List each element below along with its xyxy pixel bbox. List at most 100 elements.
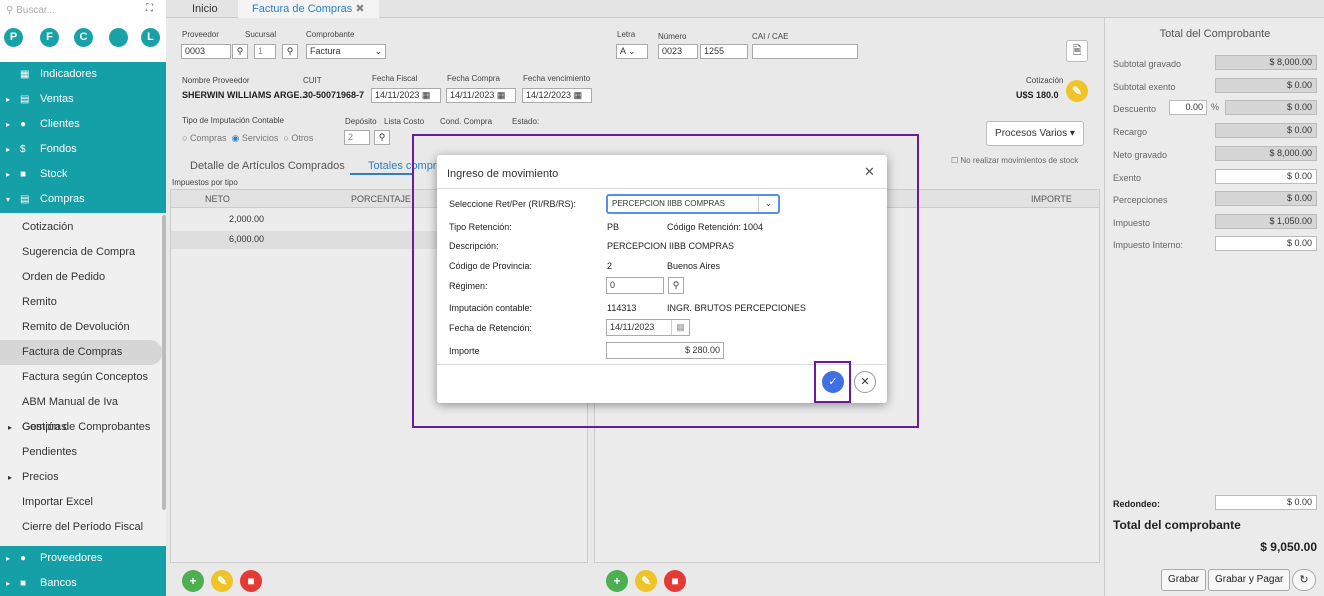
search-icon[interactable]: ⚲ — [668, 277, 684, 294]
submenu-pendientes[interactable]: Pendientes — [0, 440, 162, 465]
imputacion-code: 114313 — [607, 303, 637, 313]
edit-percepcion-button[interactable]: ✎ — [635, 570, 657, 592]
letra-label: Letra — [617, 30, 636, 39]
sidebar-item-stock[interactable]: ▸ ■ Stock — [0, 162, 166, 187]
submenu-importar-excel[interactable]: Importar Excel — [0, 490, 162, 515]
refresh-icon[interactable]: ↻ — [1292, 569, 1316, 591]
fecha-fiscal-input[interactable]: 14/11/2023 ▦ — [371, 88, 441, 103]
cae-input[interactable] — [752, 44, 858, 59]
submenu-abm-iva[interactable]: ABM Manual de Iva Compras — [0, 390, 162, 433]
descuento-pct-input[interactable]: 0.00 — [1169, 100, 1207, 115]
importe-input[interactable]: $ 280.00 — [606, 342, 724, 359]
add-percepcion-button[interactable]: + — [606, 570, 628, 592]
avatar-f[interactable]: F — [40, 28, 59, 47]
edit-cotizacion-button[interactable]: ✎ — [1066, 80, 1088, 102]
grabar-button[interactable]: Grabar — [1161, 569, 1207, 591]
submenu-cierre-periodo[interactable]: Cierre del Período Fiscal — [0, 515, 162, 540]
fecha-compra-input[interactable]: 14/11/2023 ▦ — [446, 88, 516, 103]
proveedor-label: Proveedor — [182, 30, 219, 39]
submenu-gestion-comprobantes[interactable]: ▸ Gestión de Comprobantes — [0, 415, 162, 440]
tab-inicio[interactable]: Inicio — [178, 0, 232, 18]
submenu-factura-compras[interactable]: Factura de Compras — [0, 340, 162, 365]
chevron-down-icon: ▾ — [6, 195, 11, 204]
avatar-l[interactable]: L — [141, 28, 160, 47]
delete-button[interactable]: ■ — [240, 570, 262, 592]
close-icon[interactable]: ✕ — [864, 164, 875, 180]
calendar-icon[interactable]: ▦ — [422, 90, 431, 100]
numero-punto-venta[interactable]: 0023 — [658, 44, 698, 59]
delete-percepcion-button[interactable]: ■ — [664, 570, 686, 592]
redondeo-value[interactable]: $ 0.00 — [1215, 495, 1317, 510]
radio-otros[interactable]: ○ Otros — [283, 133, 313, 143]
sidebar-item-fondos[interactable]: ▸ $ Fondos — [0, 137, 166, 162]
add-button[interactable]: + — [182, 570, 204, 592]
cart-icon: ▤ — [20, 94, 30, 105]
submenu-orden-pedido[interactable]: Orden de Pedido — [0, 265, 162, 290]
submenu-precios[interactable]: ▸ Precios — [0, 465, 162, 490]
descripcion-value: PERCEPCION IIBB COMPRAS — [607, 241, 735, 251]
calendar-icon[interactable]: ▦ — [497, 90, 506, 100]
exento-value[interactable]: $ 0.00 — [1215, 169, 1317, 184]
submenu-factura-conceptos[interactable]: Factura según Conceptos — [0, 365, 162, 390]
avatar-p[interactable]: P — [4, 28, 23, 47]
expand-icon[interactable]: ⛶ — [146, 3, 153, 14]
sidebar-scrollbar[interactable] — [162, 215, 166, 510]
fecha-retencion-input[interactable]: 14/11/2023 ▦ — [606, 319, 690, 336]
sucursal-input[interactable]: 1 — [254, 44, 276, 59]
provincia-label: Código de Provincia: — [449, 261, 533, 271]
calendar-icon[interactable]: ▦ — [574, 90, 583, 100]
submenu-sugerencia[interactable]: Sugerencia de Compra — [0, 240, 162, 265]
modal-title: Ingreso de movimiento — [447, 168, 559, 180]
confirm-button[interactable]: ✓ — [822, 371, 844, 393]
avatar-blank[interactable] — [109, 28, 128, 47]
sidebar-item-ventas[interactable]: ▸ ▤ Ventas — [0, 87, 166, 112]
document-icon[interactable]: 🗎 — [1066, 40, 1088, 62]
trash-icon: ■ — [671, 574, 679, 588]
grabar-pagar-button[interactable]: Grabar y Pagar — [1208, 569, 1291, 591]
submenu-remito[interactable]: Remito — [0, 290, 162, 315]
impuesto-interno-value[interactable]: $ 0.00 — [1215, 236, 1317, 251]
col-importe: IMPORTE — [1031, 194, 1072, 204]
subtotal-gravado-label: Subtotal gravado — [1113, 59, 1182, 69]
tipo-retencion-label: Tipo Retención: — [449, 222, 512, 232]
letra-select[interactable]: A ⌄ — [616, 44, 648, 59]
sidebar-item-indicadores[interactable]: ▦ Indicadores — [0, 62, 166, 87]
compras-submenu: Cotización Sugerencia de Compra Orden de… — [0, 213, 166, 545]
tab-detalle-articulos[interactable]: Detalle de Artículos Comprados — [190, 160, 345, 172]
submenu-cotizacion[interactable]: Cotización — [0, 215, 162, 240]
fecha-vencimiento-input[interactable]: 14/12/2023 ▦ — [522, 88, 592, 103]
sidebar-item-compras[interactable]: ▾ ▤ Compras — [0, 187, 166, 212]
ret-per-select[interactable]: PERCEPCION IIBB COMPRAS ⌄ — [606, 194, 780, 214]
no-stock-checkbox[interactable]: ☐ No realizar movimientos de stock — [951, 156, 1078, 165]
procesos-varios-button[interactable]: Procesos Varios ▾ — [986, 121, 1084, 146]
subtotal-gravado-value: $ 8,000.00 — [1215, 55, 1317, 70]
edit-button[interactable]: ✎ — [211, 570, 233, 592]
importe-label: Importe — [449, 346, 480, 356]
search-icon[interactable]: ⚲ — [374, 130, 390, 145]
avatar-c[interactable]: C — [74, 28, 93, 47]
sidebar-item-bancos[interactable]: ▸ ■ Bancos — [0, 571, 166, 596]
calendar-icon[interactable]: ▦ — [671, 320, 689, 335]
search-icon[interactable]: ⚲ — [232, 44, 248, 59]
pct-sign: % — [1211, 102, 1220, 112]
comprobante-select[interactable]: Factura ⌄ — [306, 44, 386, 59]
pencil-icon: ✎ — [216, 574, 228, 588]
proveedor-input[interactable]: 0003 — [181, 44, 231, 59]
total-value: $ 9,050.00 — [1260, 540, 1317, 554]
imputacion-label: Tipo de Imputación Contable — [182, 116, 284, 125]
search-icon[interactable]: ⚲ — [282, 44, 298, 59]
radio-compras[interactable]: ○ Compras — [182, 133, 226, 143]
radio-servicios[interactable]: ◉ Servicios — [231, 133, 278, 143]
regimen-input[interactable]: 0 — [606, 277, 664, 294]
sidebar-search[interactable]: ⚲ Buscar... — [6, 5, 156, 19]
comprobante-label: Comprobante — [306, 30, 355, 39]
sidebar-item-proveedores[interactable]: ▸ ● Proveedores — [0, 546, 166, 571]
numero-comprobante[interactable]: 1255 — [700, 44, 748, 59]
cancel-button[interactable]: ✕ — [854, 371, 876, 393]
deposito-input[interactable]: 2 — [344, 130, 370, 145]
sidebar-item-clientes[interactable]: ▸ ● Clientes — [0, 112, 166, 137]
submenu-remito-devolucion[interactable]: Remito de Devolución — [0, 315, 162, 340]
close-icon[interactable]: ✖ — [355, 3, 364, 15]
tab-factura-compras[interactable]: Factura de Compras ✖ — [238, 0, 379, 18]
chevron-right-icon: ▸ — [6, 120, 11, 129]
